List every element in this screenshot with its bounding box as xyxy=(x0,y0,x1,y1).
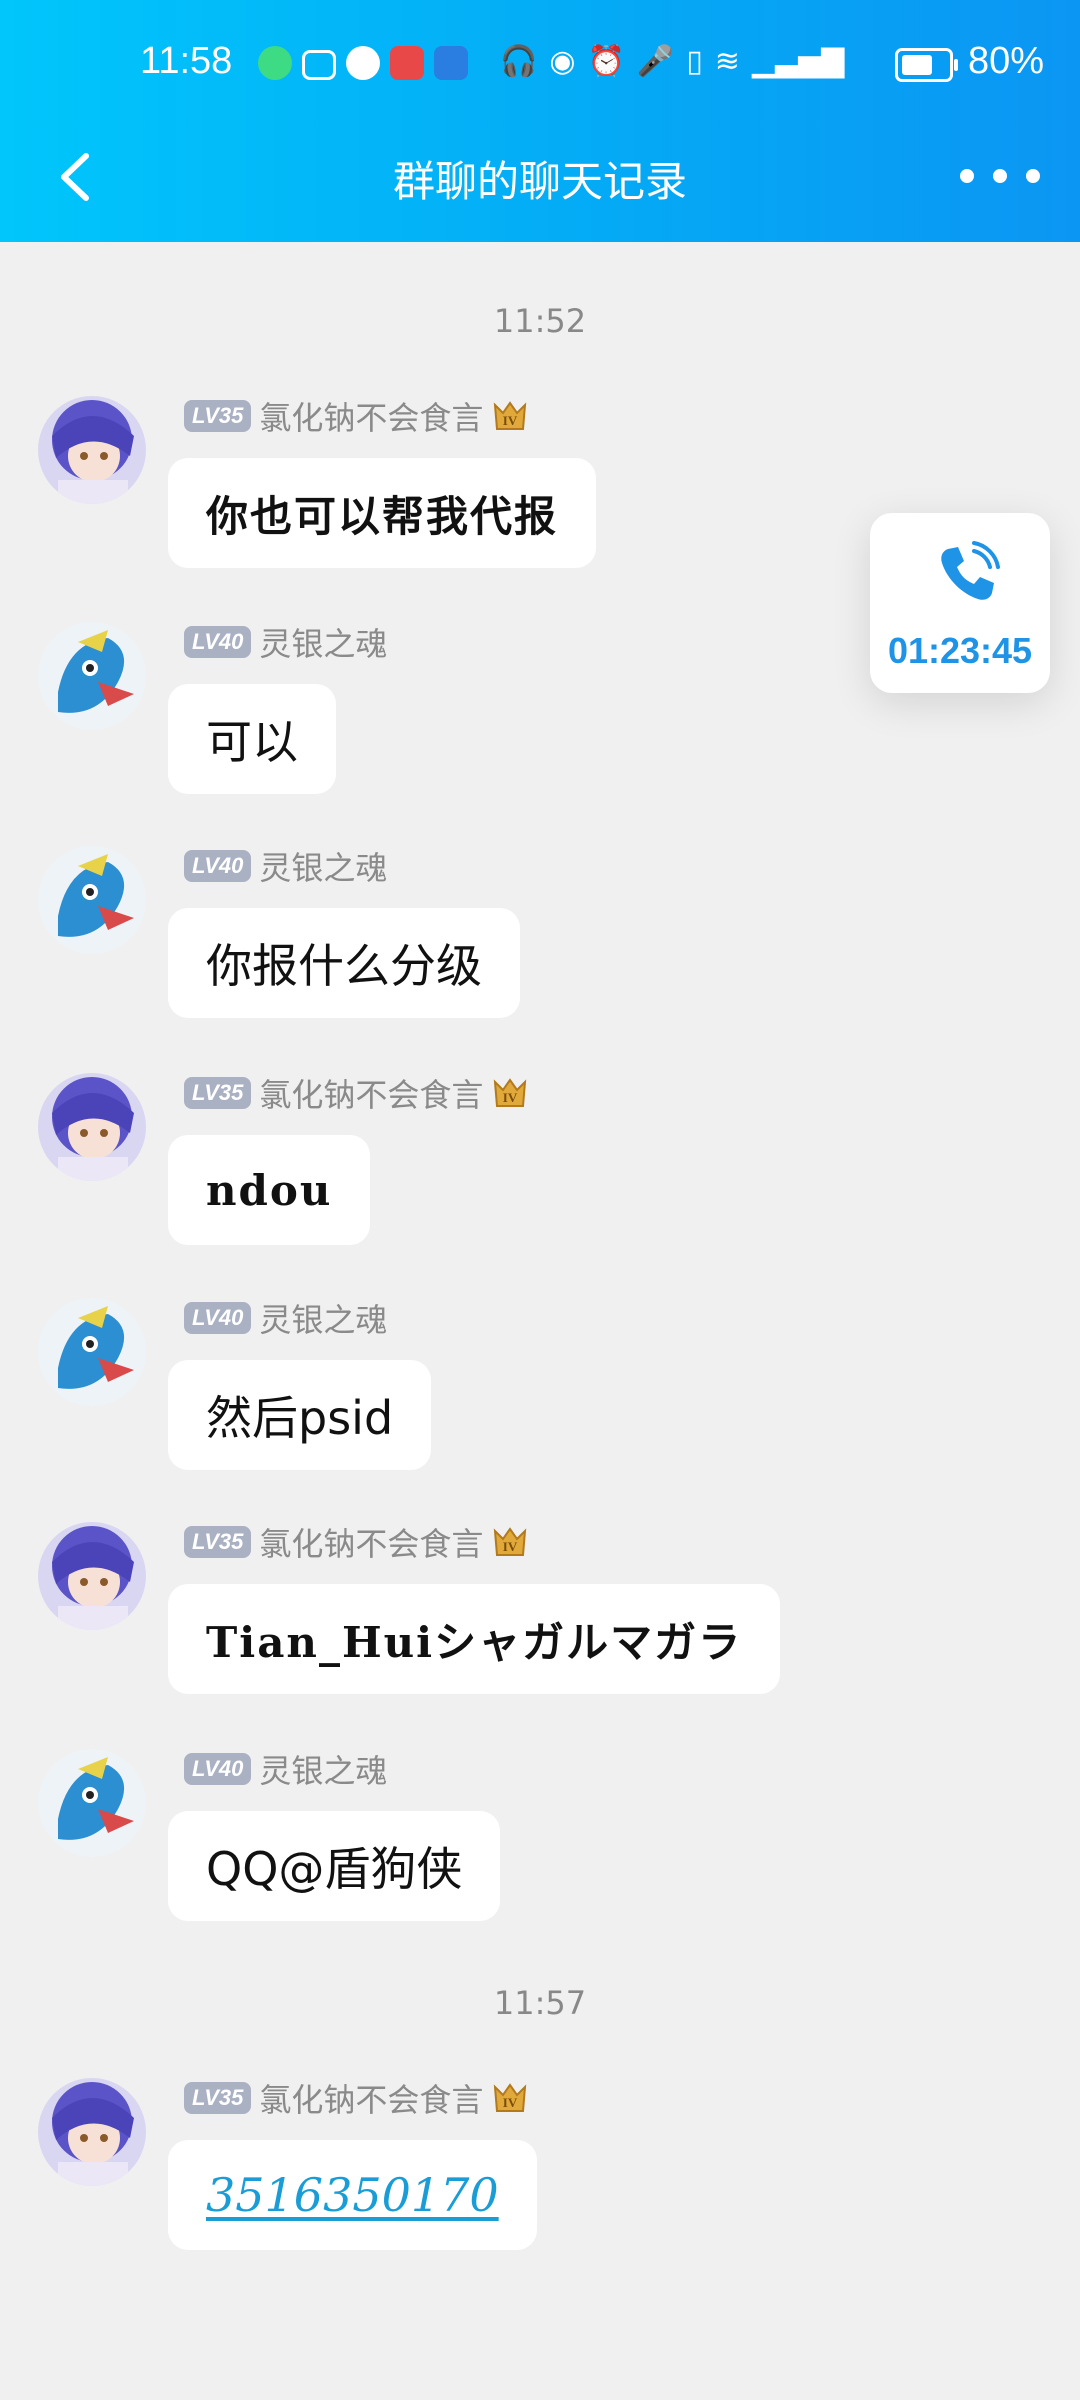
svg-text:IV: IV xyxy=(503,1539,518,1554)
vip-badge-icon: IV xyxy=(494,1527,527,1556)
vibrate-icon: ▯ xyxy=(686,44,703,79)
tv-icon xyxy=(302,50,336,80)
message-text: ndou xyxy=(206,1165,333,1215)
alarm-icon: ⏰ xyxy=(587,44,625,79)
level-badge: LV40 xyxy=(184,1302,252,1334)
sender-meta: LV40 灵银之魂 xyxy=(184,1295,387,1341)
more-dot-icon xyxy=(993,169,1007,183)
message-bubble[interactable]: QQ@盾狗侠 xyxy=(168,1811,501,1921)
call-duration: 01:23:45 xyxy=(887,630,1033,671)
page-title: 群聊的聊天记录 xyxy=(392,157,687,206)
level-badge: LV40 xyxy=(184,850,252,882)
wifi-icon: ≋ xyxy=(714,44,740,79)
message-text: 你报什么分级 xyxy=(206,939,482,993)
top-bar: 11:58 🎧 ◉ ⏰ 🎤 ▯ ≋ ▁▃▅▇ 80% 群聊的聊天记录 xyxy=(0,0,1080,242)
battery-icon xyxy=(895,48,958,82)
vip-badge-icon: IV xyxy=(494,1078,527,1107)
notification-icons xyxy=(258,46,468,80)
nav-bar: 群聊的聊天记录 xyxy=(0,120,1080,230)
message-bubble[interactable]: Tian_Huiシャガルマガラ xyxy=(168,1584,781,1694)
sender-name[interactable]: 灵银之魂 xyxy=(259,1295,387,1341)
sender-name[interactable]: 氯化钠不会食言 xyxy=(259,1519,483,1565)
message-bubble[interactable]: 你也可以帮我代报 xyxy=(168,458,597,568)
sender-meta: LV35 氯化钠不会食言 IV xyxy=(184,1519,529,1565)
more-dot-icon xyxy=(960,169,974,183)
status-time: 11:58 xyxy=(140,40,233,82)
sender-name[interactable]: 灵银之魂 xyxy=(259,843,387,889)
message-text: Tian_Huiシャガルマガラ xyxy=(206,1617,743,1667)
level-badge: LV40 xyxy=(184,626,252,658)
message-bubble[interactable]: 然后psid xyxy=(168,1360,432,1470)
app-notification-icon xyxy=(258,46,292,80)
sender-name[interactable]: 氯化钠不会食言 xyxy=(259,393,483,439)
sender-meta: LV40 灵银之魂 xyxy=(184,619,387,665)
system-icons: 🎧 ◉ ⏰ 🎤 ▯ ≋ ▁▃▅▇ xyxy=(500,44,844,79)
level-badge: LV35 xyxy=(184,1526,252,1558)
mic-icon: 🎤 xyxy=(636,44,675,79)
svg-text:IV: IV xyxy=(503,2095,518,2110)
message-text: 可以 xyxy=(206,715,298,769)
sender-name[interactable]: 氯化钠不会食言 xyxy=(259,2075,483,2121)
svg-text:IV: IV xyxy=(503,1090,518,1105)
avatar[interactable] xyxy=(38,1073,146,1181)
message-text: QQ@盾狗侠 xyxy=(206,1842,463,1896)
vip-badge-icon: IV xyxy=(494,2083,527,2112)
tieba-icon xyxy=(390,46,424,80)
avatar[interactable] xyxy=(38,1298,146,1406)
level-badge: LV35 xyxy=(184,2082,252,2114)
timestamp: 11:57 xyxy=(493,1984,587,2022)
level-badge: LV35 xyxy=(184,400,252,432)
level-badge: LV35 xyxy=(184,1077,252,1109)
message-bubble[interactable]: ndou xyxy=(168,1135,371,1245)
call-floating-widget[interactable]: 01:23:45 xyxy=(870,513,1050,693)
message-text: 然后psid xyxy=(206,1391,394,1445)
message-bubble[interactable]: 可以 xyxy=(168,684,336,794)
avatar[interactable] xyxy=(38,1749,146,1857)
timestamp: 11:52 xyxy=(493,302,587,340)
sender-name[interactable]: 灵银之魂 xyxy=(259,1746,387,1792)
headphone-icon: 🎧 xyxy=(500,44,538,79)
sender-name[interactable]: 灵银之魂 xyxy=(259,619,387,665)
more-dot-icon xyxy=(1026,169,1040,183)
chat-icon xyxy=(346,46,380,80)
sender-meta: LV35 氯化钠不会食言 IV xyxy=(184,393,529,439)
sender-name[interactable]: 氯化钠不会食言 xyxy=(259,1070,483,1116)
battery-fill xyxy=(902,55,933,75)
status-bar: 11:58 🎧 ◉ ⏰ 🎤 ▯ ≋ ▁▃▅▇ 80% xyxy=(0,30,1080,100)
vip-badge-icon: IV xyxy=(494,401,527,430)
battery-percent: 80% xyxy=(968,40,1045,82)
signal-icon: ▁▃▅▇ xyxy=(751,44,845,79)
message-text: 你也可以帮我代报 xyxy=(206,491,559,541)
more-button[interactable] xyxy=(960,146,1040,206)
sender-meta: LV35 氯化钠不会食言 IV xyxy=(184,2075,529,2121)
avatar[interactable] xyxy=(38,1522,146,1630)
message-link[interactable]: 3516350170 xyxy=(206,2168,499,2222)
avatar[interactable] xyxy=(38,622,146,730)
weather-icon xyxy=(434,46,468,80)
message-bubble[interactable]: 3516350170 xyxy=(168,2140,537,2250)
level-badge: LV40 xyxy=(184,1753,252,1785)
avatar[interactable] xyxy=(38,846,146,954)
avatar[interactable] xyxy=(38,396,146,504)
sender-meta: LV40 灵银之魂 xyxy=(184,1746,387,1792)
eye-icon: ◉ xyxy=(549,44,576,79)
sender-meta: LV40 灵银之魂 xyxy=(184,843,387,889)
avatar[interactable] xyxy=(38,2078,146,2186)
sender-meta: LV35 氯化钠不会食言 IV xyxy=(184,1070,529,1116)
phone-icon xyxy=(941,541,1000,600)
svg-text:IV: IV xyxy=(503,413,518,428)
message-bubble[interactable]: 你报什么分级 xyxy=(168,908,520,1018)
